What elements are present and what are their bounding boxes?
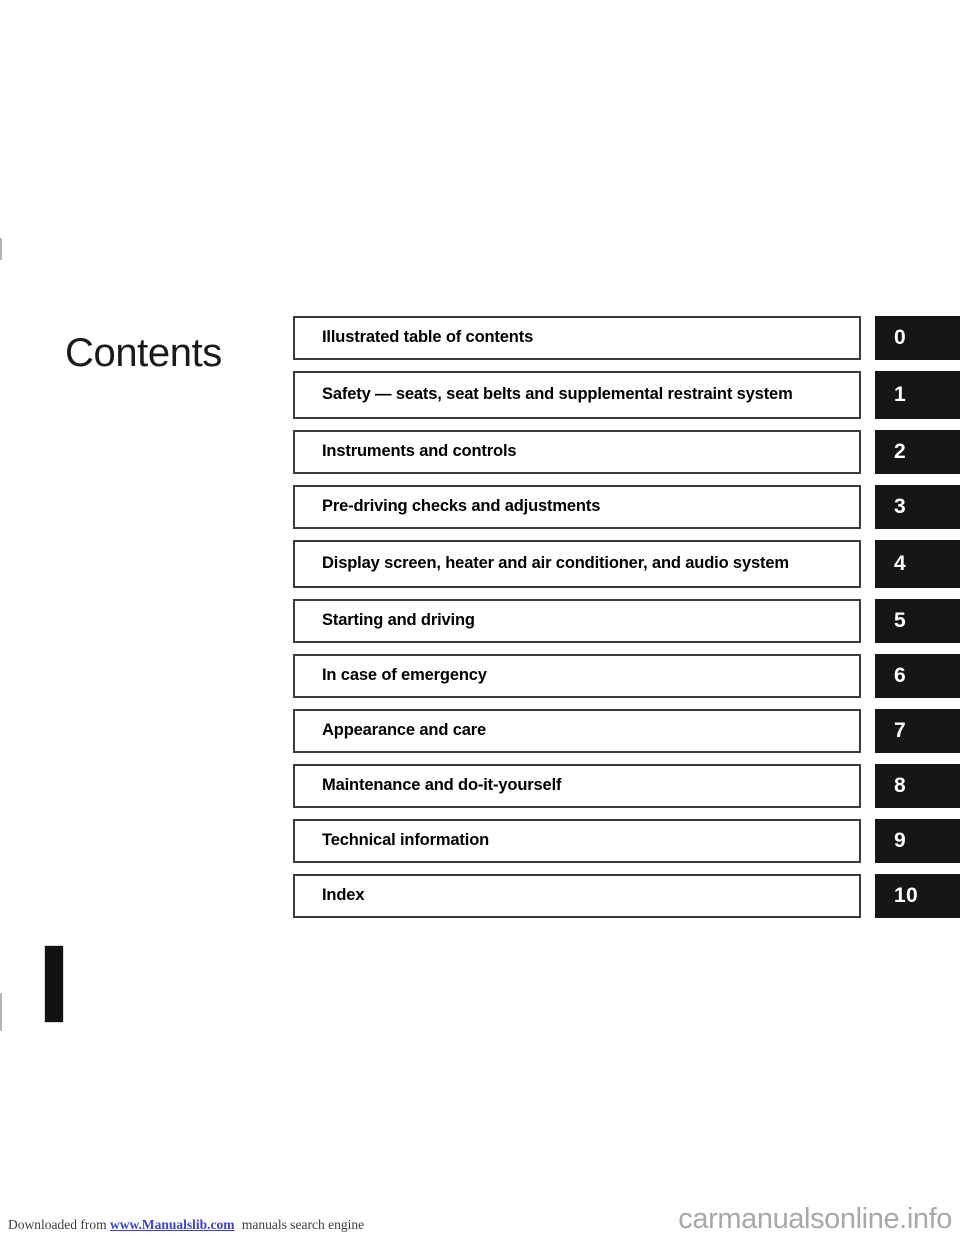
table-of-contents: Illustrated table of contents 0 Safety — s… [293,316,960,929]
section-tab-number: 10 [894,884,918,907]
section-tab-number: 4 [894,552,906,575]
toc-entry[interactable]: Starting and driving [293,599,861,643]
table-row: Technical information 9 [293,819,960,863]
section-tab-number: 8 [894,774,906,797]
toc-entry-label: Index [322,886,365,905]
toc-entry-label: Instruments and controls [322,442,517,461]
crop-tick-bottom [0,993,2,1031]
table-row: Pre-driving checks and adjustments 3 [293,485,960,529]
toc-entry-label: Display screen, heater and air condition… [322,554,789,573]
table-row: Instruments and controls 2 [293,430,960,474]
section-tab[interactable]: 3 [875,485,960,529]
section-tab[interactable]: 5 [875,599,960,643]
table-row: Starting and driving 5 [293,599,960,643]
section-tab-number: 6 [894,664,906,687]
section-tab[interactable]: 1 [875,371,960,419]
section-tab-number: 1 [894,383,906,406]
section-tab-number: 3 [894,495,906,518]
toc-entry[interactable]: Pre-driving checks and adjustments [293,485,861,529]
toc-entry-label: Illustrated table of contents [322,328,534,347]
section-tab[interactable]: 4 [875,540,960,588]
toc-entry[interactable]: Technical information [293,819,861,863]
section-tab-number: 5 [894,609,906,632]
toc-entry-label: Safety — seats, seat belts and supplemen… [322,385,793,404]
section-tab[interactable]: 8 [875,764,960,808]
site-watermark: carmanualsonline.info [678,1203,952,1235]
section-tab[interactable]: 10 [875,874,960,918]
section-tab-number: 0 [894,326,906,349]
toc-entry-label: Appearance and care [322,721,487,740]
footer: Downloaded from www.Manualslib.com manua… [0,1198,960,1242]
section-tab-number: 2 [894,440,906,463]
toc-entry[interactable]: Appearance and care [293,709,861,753]
section-tab[interactable]: 0 [875,316,960,360]
download-note-prefix: Downloaded from [8,1217,107,1232]
section-tab[interactable]: 7 [875,709,960,753]
toc-entry-label: Starting and driving [322,611,475,630]
download-note: Downloaded from www.Manualslib.com manua… [8,1217,364,1233]
toc-entry[interactable]: In case of emergency [293,654,861,698]
table-row: Safety — seats, seat belts and supplemen… [293,371,960,419]
table-row: In case of emergency 6 [293,654,960,698]
toc-entry-label: Technical information [322,831,490,850]
toc-entry[interactable]: Display screen, heater and air condition… [293,540,861,588]
section-tab[interactable]: 6 [875,654,960,698]
table-row: Index 10 [293,874,960,918]
page-section-marker [44,945,64,1023]
toc-entry[interactable]: Maintenance and do-it-yourself [293,764,861,808]
table-row: Illustrated table of contents 0 [293,316,960,360]
manual-page: Contents Illustrated table of contents 0 S… [0,0,960,1242]
table-row: Appearance and care 7 [293,709,960,753]
section-tab-number: 7 [894,719,906,742]
download-note-suffix: manuals search engine [241,1217,365,1232]
toc-entry-label: Pre-driving checks and adjustments [322,497,601,516]
section-tab[interactable]: 9 [875,819,960,863]
manualslib-link[interactable]: www.Manualslib.com [110,1217,235,1232]
toc-entry[interactable]: Illustrated table of contents [293,316,861,360]
table-row: Maintenance and do-it-yourself 8 [293,764,960,808]
toc-entry[interactable]: Index [293,874,861,918]
toc-entry-label: In case of emergency [322,666,487,685]
toc-entry[interactable]: Instruments and controls [293,430,861,474]
page-title: Contents [65,330,222,375]
toc-entry-label: Maintenance and do-it-yourself [322,776,562,795]
crop-tick-top [0,238,2,260]
section-tab-number: 9 [894,829,906,852]
section-tab[interactable]: 2 [875,430,960,474]
toc-entry[interactable]: Safety — seats, seat belts and supplemen… [293,371,861,419]
table-row: Display screen, heater and air condition… [293,540,960,588]
